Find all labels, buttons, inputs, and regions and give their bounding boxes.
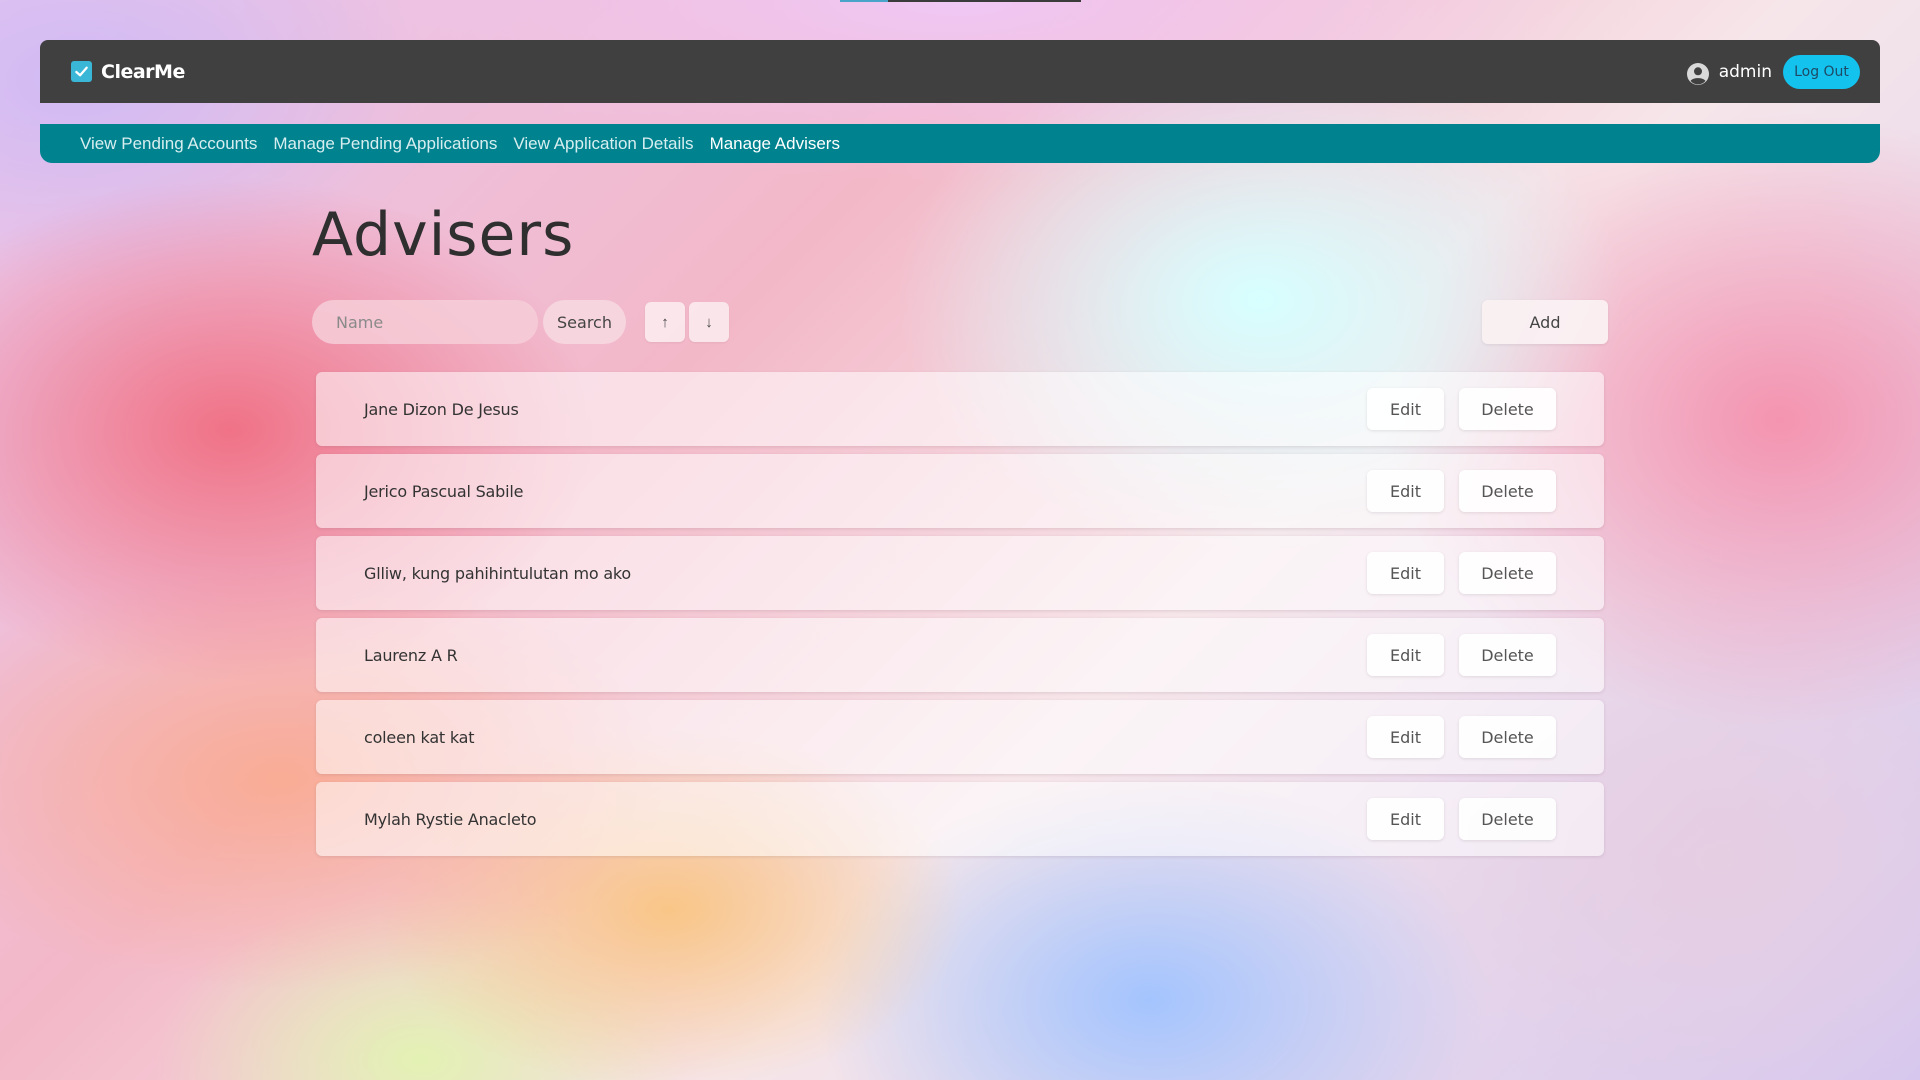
list-item: Mylah Rystie Anacleto Edit Delete: [316, 782, 1604, 856]
nav-manage-pending-applications[interactable]: Manage Pending Applications: [273, 134, 497, 154]
delete-button[interactable]: Delete: [1459, 552, 1556, 594]
nav-view-application-details[interactable]: View Application Details: [513, 134, 693, 154]
delete-button[interactable]: Delete: [1459, 470, 1556, 512]
brand-link[interactable]: ClearMe: [71, 40, 185, 103]
nav-manage-advisers[interactable]: Manage Advisers: [710, 134, 840, 154]
top-navbar: ClearMe admin Log Out: [40, 40, 1880, 103]
list-item: Jerico Pascual Sabile Edit Delete: [316, 454, 1604, 528]
edit-button[interactable]: Edit: [1367, 388, 1444, 430]
adviser-name: Laurenz A R: [364, 645, 458, 665]
adviser-name: Jerico Pascual Sabile: [364, 481, 524, 501]
edit-button[interactable]: Edit: [1367, 470, 1444, 512]
search-button[interactable]: Search: [543, 300, 626, 344]
delete-button[interactable]: Delete: [1459, 798, 1556, 840]
delete-button[interactable]: Delete: [1459, 716, 1556, 758]
adviser-name: coleen kat kat: [364, 727, 475, 747]
brand-name: ClearMe: [101, 60, 185, 83]
list-item: Jane Dizon De Jesus Edit Delete: [316, 372, 1604, 446]
logout-button[interactable]: Log Out: [1783, 54, 1860, 89]
user-area: admin Log Out: [1686, 40, 1860, 103]
search-input[interactable]: [312, 300, 538, 344]
list-item: coleen kat kat Edit Delete: [316, 700, 1604, 774]
browser-progress-line: [840, 0, 1081, 2]
section-nav: View Pending Accounts Manage Pending App…: [40, 124, 1880, 163]
check-square-icon: [71, 61, 92, 82]
adviser-toolbar: Search ↑ ↓ Add: [312, 300, 1608, 344]
edit-button[interactable]: Edit: [1367, 634, 1444, 676]
list-item: Laurenz A R Edit Delete: [316, 618, 1604, 692]
page-title: Advisers: [312, 200, 575, 270]
progress-segment: [840, 0, 888, 2]
adviser-list: Jane Dizon De Jesus Edit Delete Jerico P…: [316, 372, 1604, 864]
adviser-name: Mylah Rystie Anacleto: [364, 809, 537, 829]
nav-view-pending-accounts[interactable]: View Pending Accounts: [80, 134, 257, 154]
edit-button[interactable]: Edit: [1367, 716, 1444, 758]
username-label: admin: [1718, 61, 1772, 82]
sort-ascending-button[interactable]: ↑: [645, 302, 685, 342]
edit-button[interactable]: Edit: [1367, 798, 1444, 840]
list-item: Glliw, kung pahihintulutan mo ako Edit D…: [316, 536, 1604, 610]
adviser-name: Jane Dizon De Jesus: [364, 399, 519, 419]
delete-button[interactable]: Delete: [1459, 388, 1556, 430]
sort-descending-button[interactable]: ↓: [689, 302, 729, 342]
adviser-name: Glliw, kung pahihintulutan mo ako: [364, 563, 632, 583]
add-adviser-button[interactable]: Add: [1482, 300, 1608, 344]
edit-button[interactable]: Edit: [1367, 552, 1444, 594]
delete-button[interactable]: Delete: [1459, 634, 1556, 676]
user-circle-icon: [1686, 62, 1710, 86]
